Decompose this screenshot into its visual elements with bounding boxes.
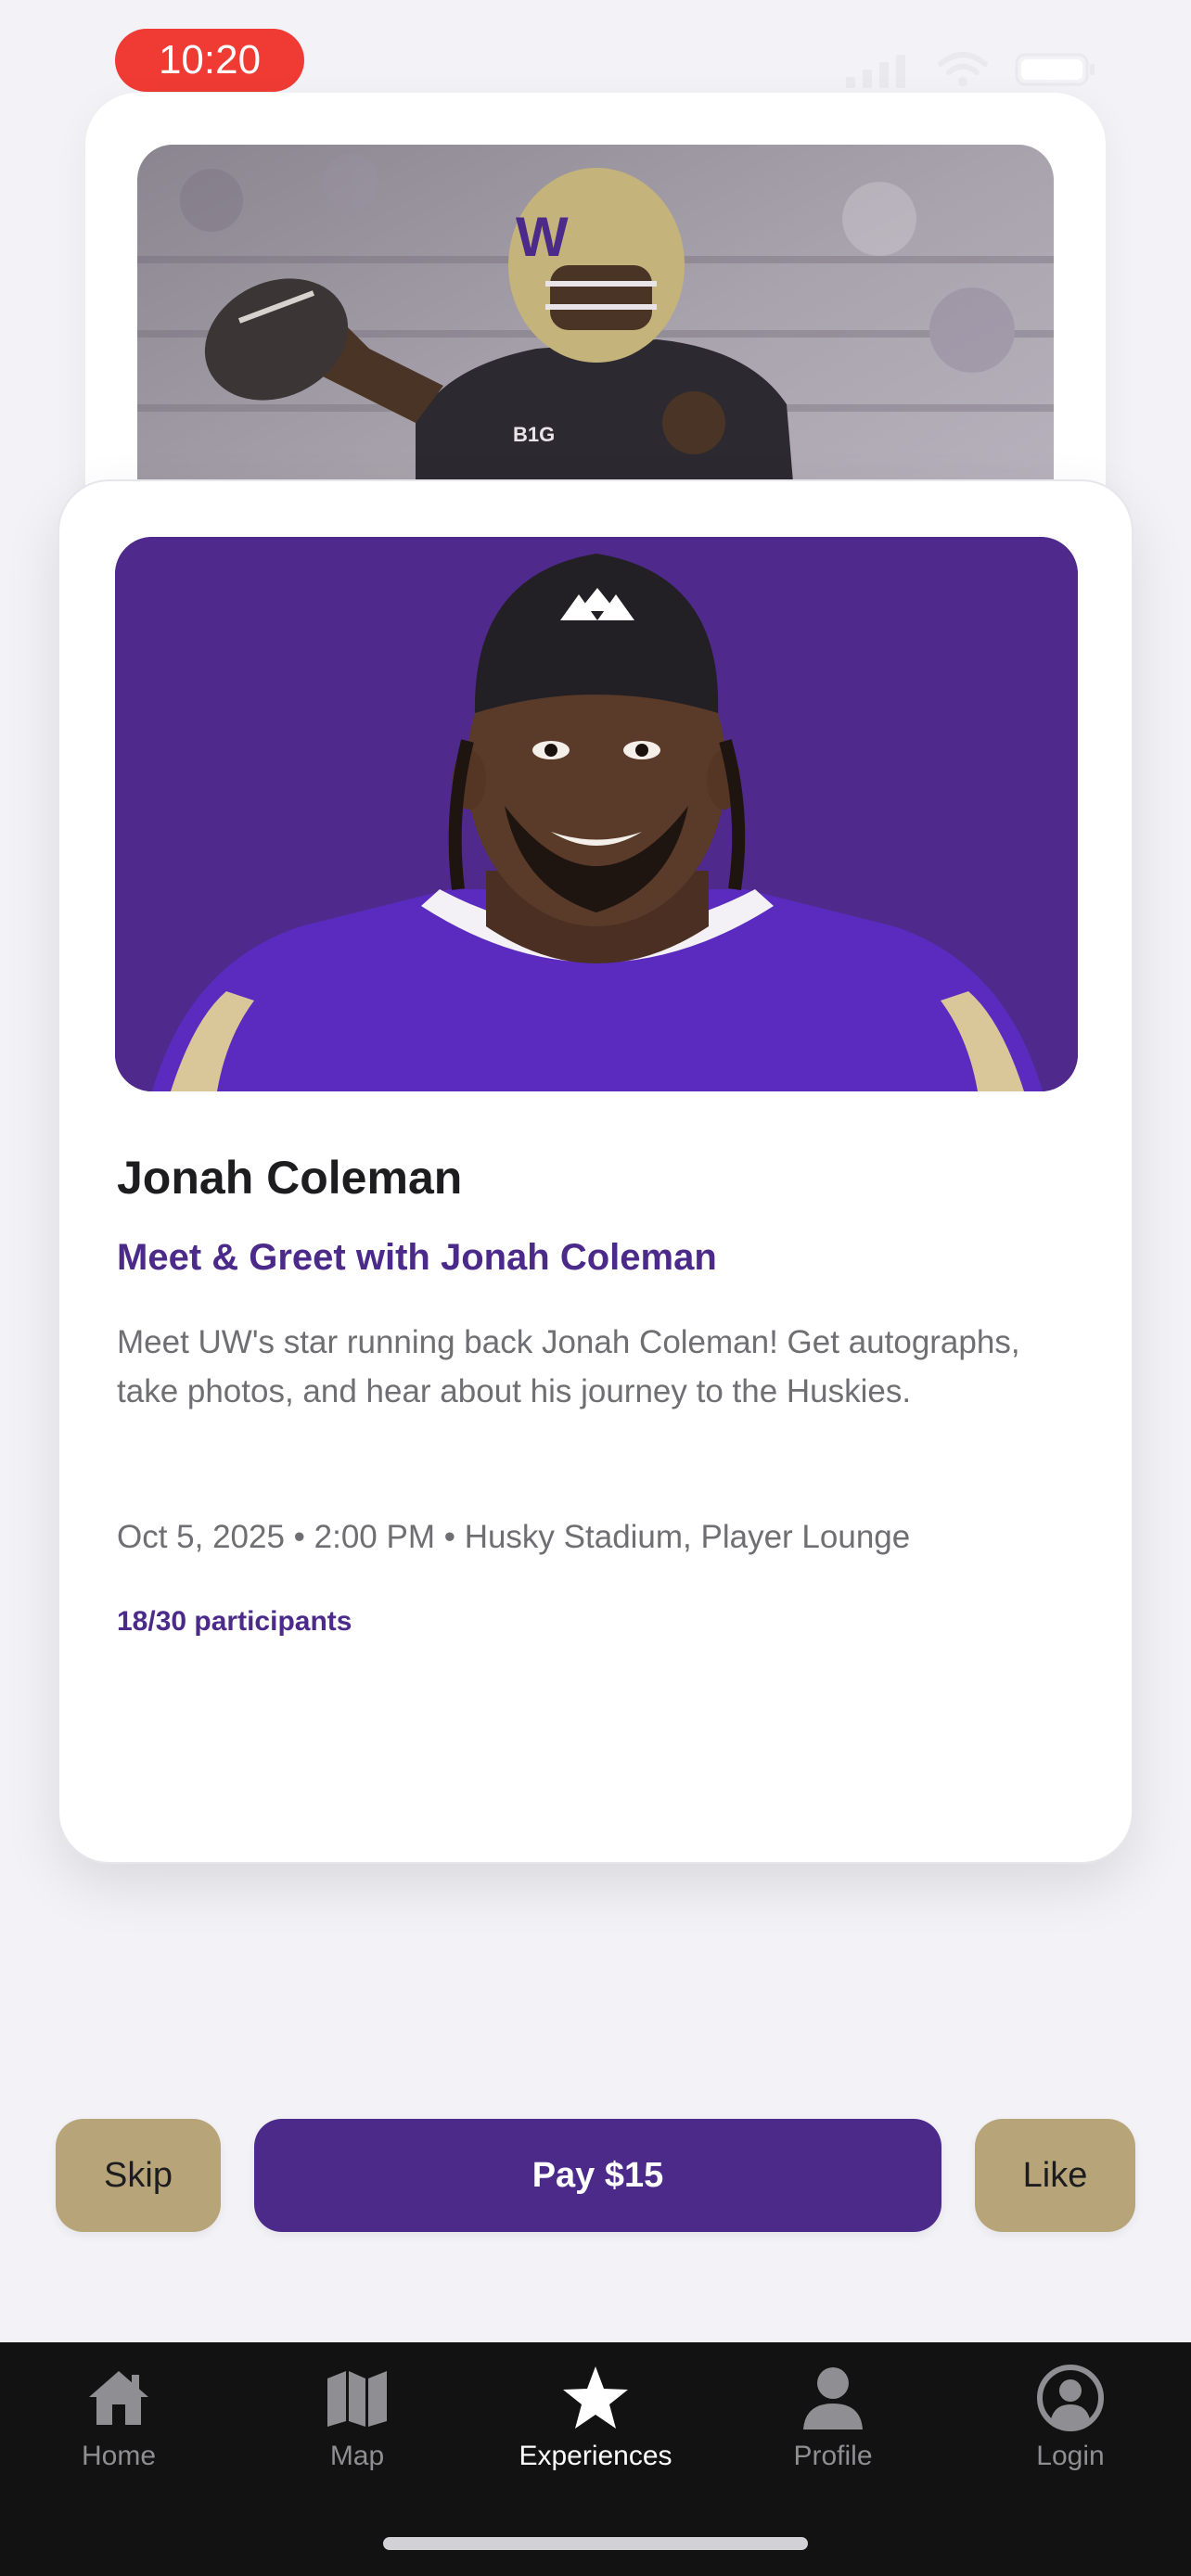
tab-map[interactable]: Map [255,2361,459,2491]
svg-text:W: W [516,206,569,268]
tab-home-label: Home [81,2441,157,2471]
tab-profile[interactable]: Profile [731,2361,935,2491]
home-indicator[interactable] [383,2537,808,2550]
event-description: Meet UW's star running back Jonah Colema… [117,1324,1020,1409]
player-photo [115,537,1078,1091]
tab-profile-label: Profile [793,2441,873,2471]
event-title: Meet & Greet with Jonah Coleman [117,1237,717,1278]
star-icon [563,2366,628,2429]
svg-text:B1G: B1G [513,423,555,446]
wifi-icon [938,52,988,86]
status-time: 10:20 [115,29,304,92]
pay-button[interactable]: Pay $15 [254,2119,941,2232]
tab-login-label: Login [1036,2441,1105,2471]
player-name: Jonah Coleman [117,1152,463,1204]
map-icon [327,2371,387,2427]
house-icon [89,2371,148,2425]
skip-button[interactable]: Skip [56,2119,221,2232]
battery-icon [1015,53,1095,86]
person-icon [803,2367,863,2429]
tab-login[interactable]: Login [968,2361,1172,2491]
status-icons [846,46,1098,93]
cellular-signal-icon [846,55,905,88]
participants-count: 18/30 participants [117,1606,352,1637]
tab-home[interactable]: Home [17,2361,221,2491]
account-circle-icon [1037,2365,1104,2431]
tab-map-label: Map [329,2441,385,2471]
like-button[interactable]: Like [975,2119,1135,2232]
tab-experiences-label: Experiences [519,2441,672,2471]
event-date-time-location: Oct 5, 2025 • 2:00 PM • Husky Stadium, P… [117,1519,911,1555]
tab-experiences[interactable]: Experiences [493,2361,698,2491]
experience-card[interactable]: Jonah Coleman Meet & Greet with Jonah Co… [58,479,1133,1864]
